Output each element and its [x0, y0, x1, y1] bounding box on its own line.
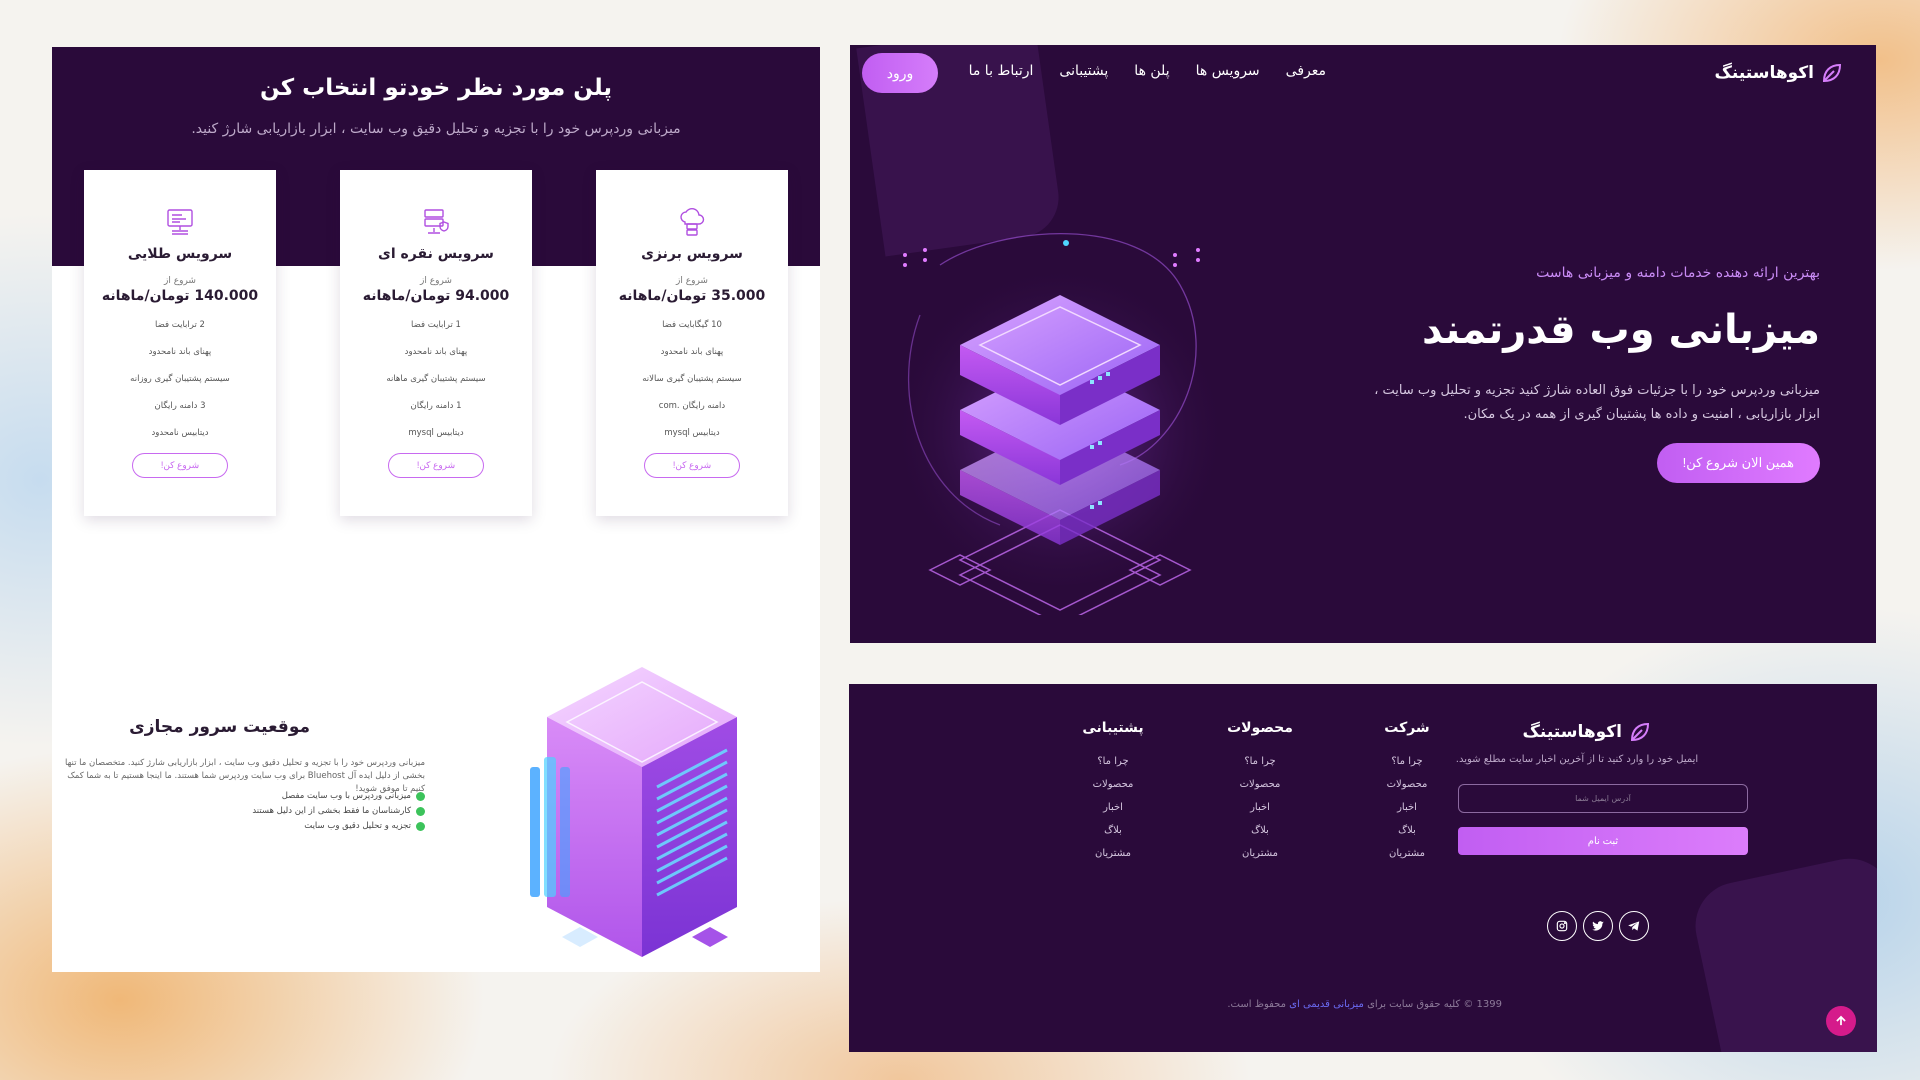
- plan-feature: سیستم پشتیبان گیری سالانه: [642, 374, 742, 384]
- plan-feature: 10 گیگابایت فضا: [662, 320, 722, 330]
- twitter-icon[interactable]: [1583, 911, 1613, 941]
- pricing-cards: سرویس برنزی شروع از 35.000 تومان/ماهانه …: [84, 170, 788, 516]
- pricing-title: پلن مورد نظر خودتو انتخاب کن: [260, 75, 612, 101]
- start-now-button[interactable]: همین الان شروع کن!: [1656, 443, 1820, 483]
- footer-link[interactable]: مشتریان: [1347, 848, 1467, 859]
- hero-section: اکوهاستینگ معرفی سرویس ها پلن ها پشتیبان…: [850, 45, 1876, 643]
- hero-title: میزبانی وب قدرتمند: [1421, 307, 1820, 353]
- newsletter-email-input[interactable]: [1458, 784, 1748, 813]
- hero-subtitle: بهترین ارائه دهنده خدمات دامنه و میزبانی…: [1536, 265, 1820, 281]
- leaf-icon: [1822, 63, 1842, 83]
- cloud-server-icon: [596, 206, 788, 242]
- brand-logo[interactable]: اکوهاستینگ: [1715, 61, 1845, 85]
- plan-card-silver: سرویس نقره ای شروع از 94.000 تومان/ماهان…: [340, 170, 532, 516]
- nav-item-intro[interactable]: معرفی: [1286, 63, 1326, 79]
- arrow-up-icon: [1836, 1015, 1846, 1026]
- scroll-to-top-button[interactable]: [1826, 1006, 1856, 1036]
- footer-column-title: شرکت: [1384, 720, 1430, 736]
- server-shield-icon: [340, 206, 532, 242]
- plan-feature: دیتابیس نامحدود: [151, 428, 209, 438]
- footer-column-products: محصولات چرا ما؟ محصولات اخبار بلاگ مشتری…: [1200, 720, 1320, 871]
- footer-brand-logo[interactable]: اکوهاستینگ: [1523, 720, 1653, 744]
- plan-feature: پهنای باند نامحدود: [404, 347, 468, 357]
- plan-feature: پهنای باند نامحدود: [660, 347, 724, 357]
- instagram-icon[interactable]: [1547, 911, 1577, 941]
- footer-link[interactable]: اخبار: [1053, 802, 1173, 813]
- telegram-icon[interactable]: [1619, 911, 1649, 941]
- list-item: تجزیه و تحلیل دقیق وب سایت: [60, 821, 425, 831]
- footer-link[interactable]: مشتریان: [1200, 848, 1320, 859]
- footer-link[interactable]: محصولات: [1200, 779, 1320, 790]
- plan-start-button[interactable]: شروع کن!: [644, 453, 740, 478]
- plan-feature: دیتابیس mysql: [664, 428, 720, 438]
- plan-card-bronze: سرویس برنزی شروع از 35.000 تومان/ماهانه …: [596, 170, 788, 516]
- plan-price: 94.000 تومان/ماهانه: [362, 288, 510, 304]
- copyright-link[interactable]: میزبانی قدیمی ای: [1289, 999, 1364, 1010]
- social-links: [1547, 911, 1649, 941]
- plan-feature: دیتابیس mysql: [408, 428, 464, 438]
- plan-card-gold: سرویس طلایی شروع از 140.000 تومان/ماهانه…: [84, 170, 276, 516]
- plan-price: 35.000 تومان/ماهانه: [618, 288, 766, 304]
- nav-item-services[interactable]: سرویس ها: [1196, 63, 1260, 79]
- plan-price: 140.000 تومان/ماهانه: [101, 288, 259, 304]
- footer-link[interactable]: اخبار: [1200, 802, 1320, 813]
- footer-link[interactable]: مشتریان: [1053, 848, 1173, 859]
- footer-column-support: پشتیبانی چرا ما؟ محصولات اخبار بلاگ مشتر…: [1053, 720, 1173, 871]
- footer-link[interactable]: بلاگ: [1347, 825, 1467, 836]
- plan-title: سرویس برنزی: [641, 246, 743, 262]
- nav-item-support[interactable]: پشتیبانی: [1059, 63, 1108, 79]
- plan-from: شروع از: [676, 276, 708, 286]
- footer-link[interactable]: بلاگ: [1053, 825, 1173, 836]
- check-icon: [416, 821, 425, 831]
- footer-column-title: محصولات: [1227, 720, 1293, 736]
- login-button[interactable]: ورود: [862, 53, 938, 93]
- pricing-subtitle: میزبانی وردپرس خود را با تجزیه و تحلیل د…: [191, 121, 681, 137]
- server-rack-icon: [84, 206, 276, 242]
- plan-title: سرویس طلایی: [127, 246, 233, 262]
- plan-feature: دامنه رایگان .com: [658, 401, 726, 411]
- hero-text-block: بهترین ارائه دهنده خدمات دامنه و میزبانی…: [1360, 265, 1820, 483]
- check-icon: [416, 791, 425, 801]
- signup-button[interactable]: ثبت نام: [1458, 827, 1748, 855]
- plan-feature: 3 دامنه رایگان: [154, 401, 206, 411]
- footer-link[interactable]: محصولات: [1347, 779, 1467, 790]
- hero-description: میزبانی وردپرس خود را با جزئیات فوق العا…: [1374, 383, 1820, 422]
- list-item: میزبانی وردپرس با وب سایت مفصل: [60, 791, 425, 801]
- footer-link[interactable]: محصولات: [1053, 779, 1173, 790]
- main-nav: معرفی سرویس ها پلن ها پشتیبانی ارتباط با…: [969, 63, 1326, 79]
- plan-feature: پهنای باند نامحدود: [148, 347, 212, 357]
- check-icon: [416, 806, 425, 816]
- vps-feature-list: میزبانی وردپرس با وب سایت مفصل کارشناسان…: [60, 791, 425, 836]
- pricing-section: پلن مورد نظر خودتو انتخاب کن میزبانی ورد…: [52, 47, 820, 972]
- plan-start-button[interactable]: شروع کن!: [132, 453, 228, 478]
- newsletter-text: ایمیل خود را وارد کنید تا از آخرین اخبار…: [1455, 754, 1699, 765]
- footer-link[interactable]: چرا ما؟: [1347, 756, 1467, 767]
- plan-feature: 2 ترابایت فضا: [155, 320, 205, 330]
- copyright-text: 1399 © کلیه حقوق سایت برای میزبانی قدیمی…: [1227, 999, 1502, 1010]
- plan-title: سرویس نقره ای: [378, 246, 494, 262]
- brand-name: اکوهاستینگ: [1522, 722, 1623, 742]
- nav-item-plans[interactable]: پلن ها: [1134, 63, 1169, 79]
- plan-from: شروع از: [420, 276, 452, 286]
- list-item: کارشناسان ما فقط بخشی از این دلیل هستند: [60, 806, 425, 816]
- nav-item-contact[interactable]: ارتباط با ما: [969, 63, 1034, 79]
- plan-from: شروع از: [164, 276, 196, 286]
- plan-feature: سیستم پشتیبان گیری روزانه: [130, 374, 230, 384]
- footer-link[interactable]: چرا ما؟: [1200, 756, 1320, 767]
- footer-link[interactable]: چرا ما؟: [1053, 756, 1173, 767]
- plan-start-button[interactable]: شروع کن!: [388, 453, 484, 478]
- plan-feature: سیستم پشتیبان گیری ماهانه: [386, 374, 486, 384]
- plan-feature: 1 ترابایت فضا: [411, 320, 461, 330]
- vps-title: موقعیت سرور مجازی: [129, 717, 310, 737]
- footer-column-company: شرکت چرا ما؟ محصولات اخبار بلاگ مشتریان: [1347, 720, 1467, 871]
- footer-link[interactable]: اخبار: [1347, 802, 1467, 813]
- server-stack-illustration: [890, 233, 1230, 615]
- brand-name: اکوهاستینگ: [1714, 63, 1815, 83]
- plan-feature: 1 دامنه رایگان: [410, 401, 462, 411]
- server-cube-illustration: [530, 667, 737, 957]
- footer-column-title: پشتیبانی: [1082, 720, 1144, 736]
- footer-link[interactable]: بلاگ: [1200, 825, 1320, 836]
- footer-section: اکوهاستینگ ایمیل خود را وارد کنید تا از …: [849, 684, 1877, 1052]
- leaf-icon: [1630, 722, 1650, 742]
